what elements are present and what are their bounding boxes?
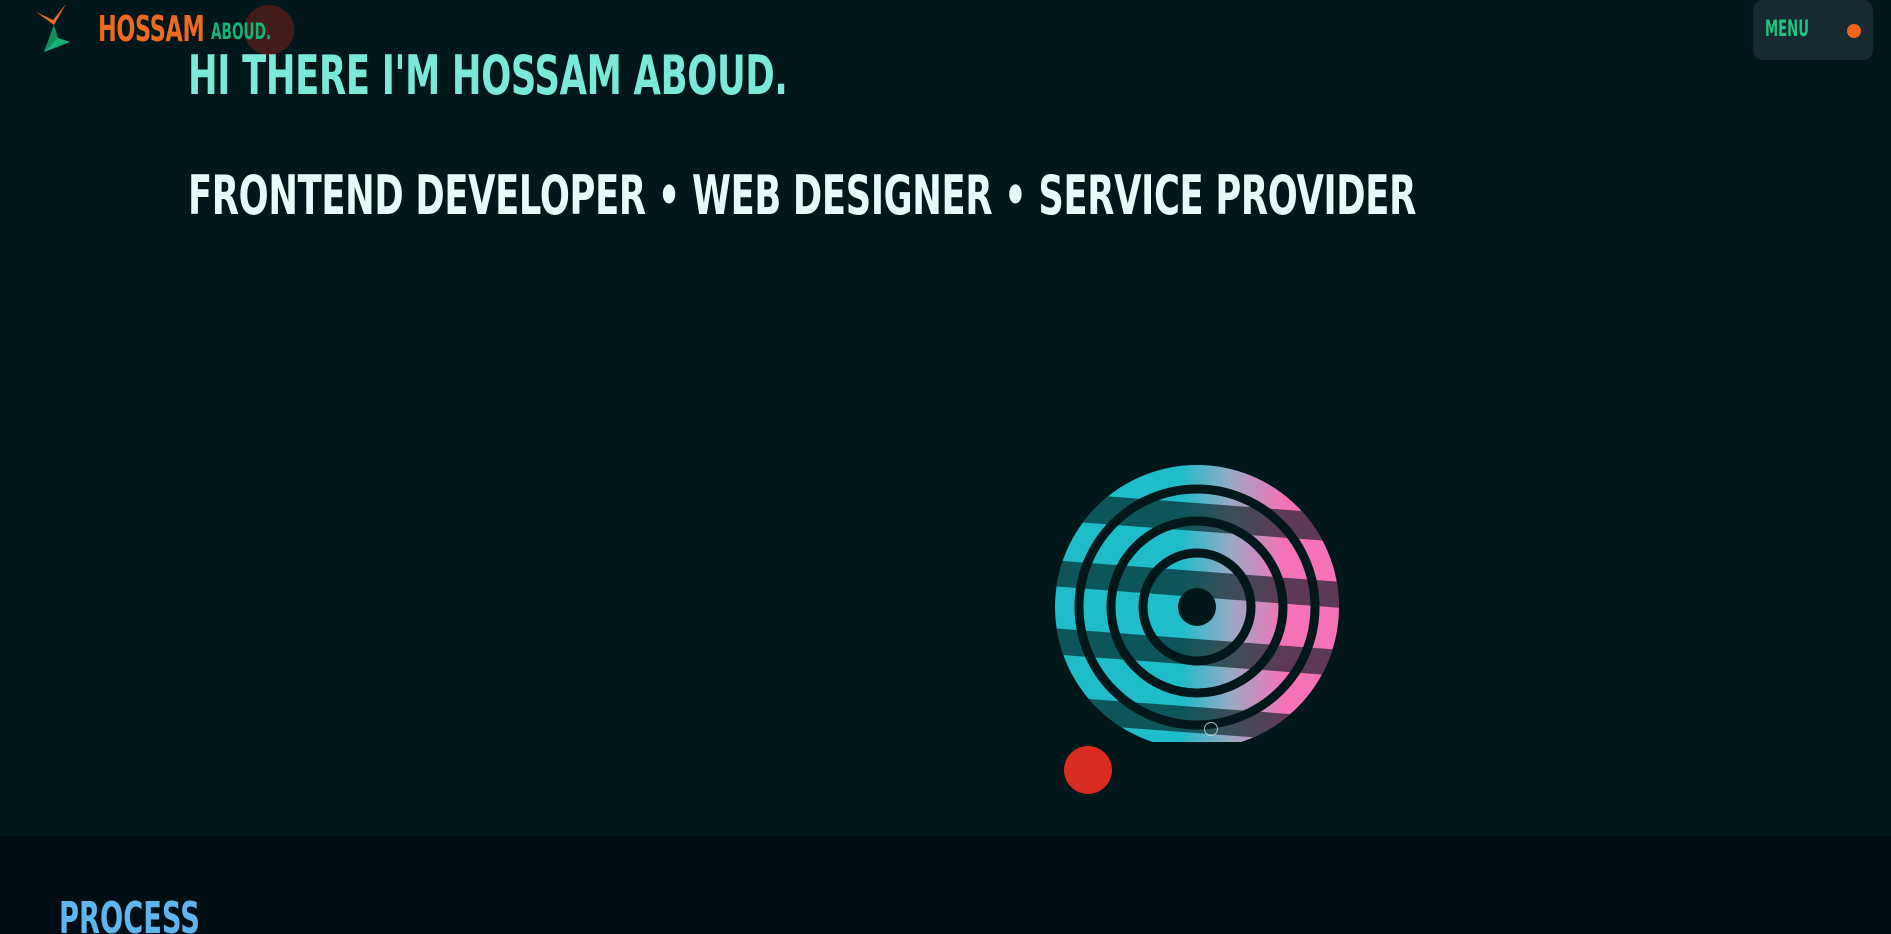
process-section: PROCESS <box>0 836 1891 934</box>
menu-label: MENU <box>1765 17 1809 42</box>
brand-last-name: ABOUD. <box>211 20 272 45</box>
page: HOSSAM ABOUD. MENU HI THERE I'M HOSSAM A… <box>0 0 1891 934</box>
process-title: PROCESS <box>59 893 200 934</box>
menu-button[interactable]: MENU <box>1753 0 1873 60</box>
striped-target-graphic <box>1050 462 1342 742</box>
floating-red-dot <box>1064 746 1112 794</box>
cursor-ring-icon <box>1204 722 1218 736</box>
bolt-logo-icon[interactable] <box>36 4 72 56</box>
hero-roles: FRONTEND DEVELOPER • WEB DESIGNER • SERV… <box>188 164 1416 227</box>
hero-greeting: HI THERE I'M HOSSAM ABOUD. <box>188 44 788 107</box>
target-graphic-svg <box>1055 465 1339 742</box>
menu-dot-icon <box>1847 24 1861 38</box>
